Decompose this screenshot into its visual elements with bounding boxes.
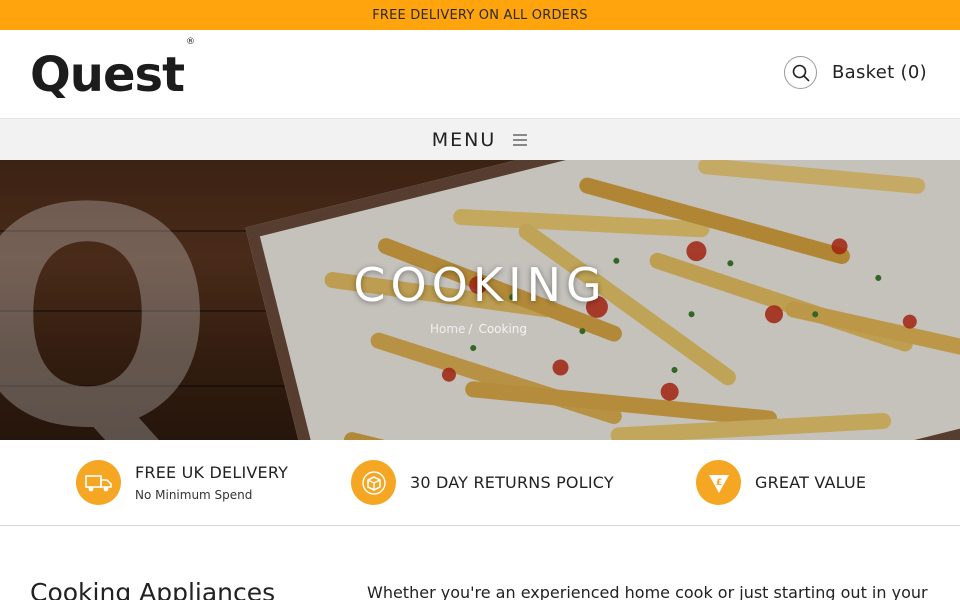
page-title: COOKING bbox=[353, 258, 607, 312]
breadcrumb: Home / Cooking bbox=[0, 322, 960, 336]
breadcrumb-separator: / bbox=[468, 322, 473, 336]
usp-free-delivery: FREE UK DELIVERY No Minimum Spend bbox=[76, 460, 288, 505]
pound-value-icon: £ bbox=[696, 460, 741, 505]
returns-box-icon bbox=[351, 460, 396, 505]
menu-label: MENU bbox=[431, 128, 497, 151]
usp-strip: FREE UK DELIVERY No Minimum Spend 30 DAY… bbox=[0, 440, 960, 526]
search-icon bbox=[792, 64, 809, 81]
site-header: Quest® Basket (0) bbox=[0, 30, 960, 118]
hamburger-icon bbox=[513, 133, 528, 146]
category-intro: Cooking Appliances Whether you're an exp… bbox=[0, 526, 960, 600]
basket-link[interactable]: Basket (0) bbox=[832, 62, 927, 83]
menu-button[interactable]: MENU bbox=[432, 129, 529, 151]
nav-bar: MENU bbox=[0, 118, 960, 160]
usp-title: GREAT VALUE bbox=[755, 473, 867, 492]
usp-returns: 30 DAY RETURNS POLICY bbox=[351, 460, 614, 505]
registered-mark: ® bbox=[186, 37, 195, 47]
usp-title: 30 DAY RETURNS POLICY bbox=[410, 473, 614, 492]
usp-great-value: £ GREAT VALUE bbox=[696, 460, 866, 505]
intro-text: Whether you're an experienced home cook … bbox=[367, 583, 928, 600]
promo-text: FREE DELIVERY ON ALL ORDERS bbox=[372, 7, 588, 23]
logo-text: Quest bbox=[30, 47, 185, 103]
quest-logo[interactable]: Quest® bbox=[30, 37, 195, 105]
breadcrumb-current: Cooking bbox=[478, 322, 528, 336]
usp-subtitle: No Minimum Spend bbox=[135, 488, 253, 502]
breadcrumb-home-link[interactable]: Home bbox=[430, 322, 465, 336]
usp-title: FREE UK DELIVERY bbox=[135, 463, 289, 482]
search-button[interactable] bbox=[784, 56, 817, 89]
svg-text:£: £ bbox=[715, 478, 721, 488]
hero-banner: Q COOKING Home / Cooking bbox=[0, 160, 960, 440]
section-heading: Cooking Appliances bbox=[30, 578, 276, 600]
promo-banner: FREE DELIVERY ON ALL ORDERS bbox=[0, 0, 960, 30]
delivery-truck-icon bbox=[76, 460, 121, 505]
